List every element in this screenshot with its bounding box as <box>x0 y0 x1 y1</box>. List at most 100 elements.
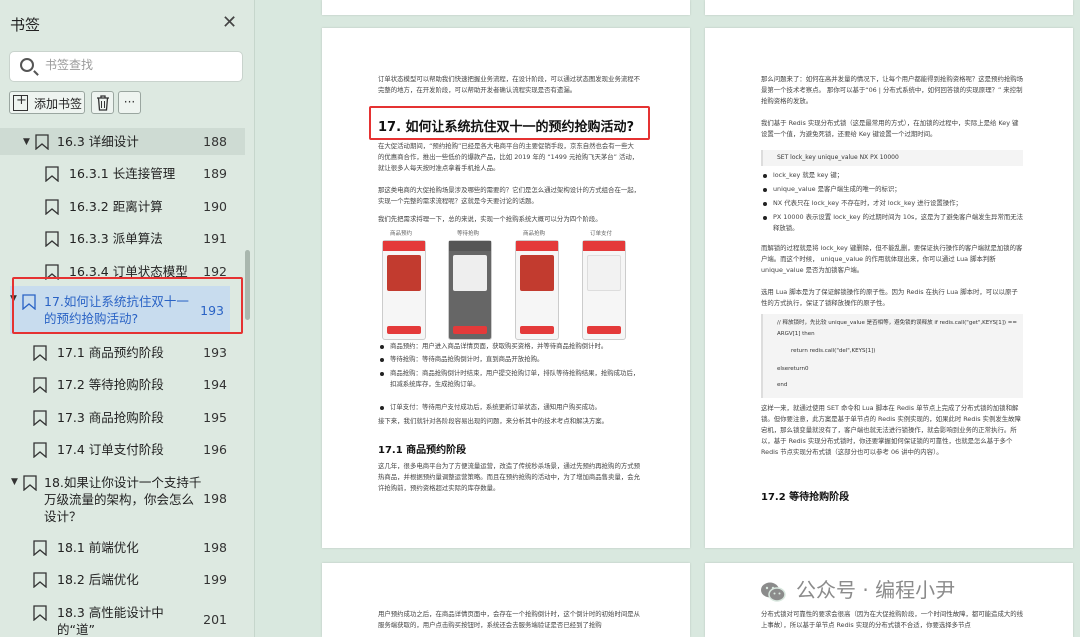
bullet-icon <box>380 358 384 362</box>
page-text: 那么问题来了：如何在高并发量的情况下，让每个用户都能得到抢购资格呢？这是预约抢购… <box>761 75 1024 105</box>
page-text: 这样一来，就通过使用 SET 命令和 Lua 脚本在 Redis 单节点上完成了… <box>761 404 1021 456</box>
bookmark-item[interactable]: 17.2 等待抢购阶段 194 <box>0 371 245 398</box>
bookmark-title: 17.4 订单支付阶段 <box>57 442 164 457</box>
bookmark-title: 16.3.4 订单状态模型 <box>69 264 188 279</box>
page-text: 选用 Lua 脚本是为了保证解锁操作的原子性。因为 Redis 在执行 Lua … <box>761 288 1018 307</box>
bookmark-page: 193 <box>200 303 224 318</box>
add-bookmark-icon <box>13 93 28 111</box>
bookmark-item[interactable]: 17.1 商品预约阶段 193 <box>0 339 245 366</box>
bookmark-icon <box>45 166 59 182</box>
bookmark-icon <box>33 572 47 588</box>
bookmark-item[interactable]: 17.3 商品抢购阶段 195 <box>0 404 245 431</box>
delete-bookmark-button[interactable] <box>91 91 114 114</box>
bookmark-item[interactable]: ▼ 18.如果让你设计一个支持千万级流量的架构，你会怎么设计？ 198 <box>0 469 245 527</box>
search-input[interactable] <box>45 58 235 72</box>
bookmark-title: 17.如何让系统抗住双十一的预约抢购活动? <box>44 294 189 326</box>
caret-down-icon[interactable]: ▼ <box>11 477 18 487</box>
bullet-icon <box>380 406 384 410</box>
bookmark-page: 190 <box>203 199 227 214</box>
page-text: 商品预约：用户进入商品详情页面，获取购买资格，并等待商品抢购倒计时。 <box>390 342 608 350</box>
bookmark-icon <box>33 540 47 556</box>
bookmark-item[interactable]: 16.3.3 派单算法 191 <box>0 225 245 252</box>
page-text: 我们先把需求捋理一下，总的来说，实现一个抢购系统大概可以分为四个阶段。 <box>378 215 602 223</box>
section-heading: 17.1 商品预约阶段 <box>378 445 467 456</box>
bookmark-title: 17.2 等待抢购阶段 <box>57 377 164 392</box>
page-text: 订单状态模型可以帮助我们快速把握业务流程，在设计阶段，可以通过状态图发现业务流程… <box>378 75 641 94</box>
figure-label: 商品抢购 <box>523 231 546 237</box>
bookmark-item[interactable]: 16.3.4 订单状态模型 192 <box>0 258 245 285</box>
bookmark-item[interactable]: 18.3 高性能设计中的“道” 201 <box>0 599 245 637</box>
bookmark-item[interactable]: 16.3.1 长连接管理 189 <box>0 160 245 187</box>
trash-icon <box>97 95 109 111</box>
bookmark-title: 18.如果让你设计一个支持千万级流量的架构，你会怎么设计？ <box>44 475 202 524</box>
page-text: 等待抢购：等待商品抢购倒计时，直到商品开放抢购。 <box>390 355 544 363</box>
section-heading: 17.2 等待抢购阶段 <box>761 492 850 503</box>
watermark: 公众号 · 编程小尹 <box>760 574 955 603</box>
page-text: 这几年，很多电商平台为了方便流量运营，改造了传统秒杀场景，通过先预约再抢购的方式… <box>378 462 641 492</box>
bullet-icon <box>380 372 384 376</box>
sidebar-scrollbar[interactable] <box>245 250 250 320</box>
bookmark-search[interactable] <box>9 51 243 82</box>
page-text: 而解锁的过程就是将 lock_key 键删除，但不能乱删，要保证执行操作的客户端… <box>761 244 1023 274</box>
bullet-icon <box>763 216 767 220</box>
watermark-text: 公众号 · 编程小尹 <box>796 578 956 602</box>
bookmark-item-selected[interactable]: ▼ 17.如何让系统抗住双十一的预约抢购活动? 193 <box>10 286 230 334</box>
figure-label: 商品预约 <box>390 231 413 237</box>
bookmark-page: 195 <box>203 410 227 425</box>
caret-down-icon[interactable]: ▼ <box>10 294 17 304</box>
page-text: 分布式锁对可靠性的要求会很高（因为在大促抢购阶段，一个时间性故障，都可能造成大的… <box>761 610 1024 629</box>
page-text: NX 代表只在 lock_key 不存在时，才对 lock_key 进行设置操作… <box>773 199 962 207</box>
bookmark-title: 17.3 商品抢购阶段 <box>57 410 164 425</box>
bookmark-icon <box>45 199 59 215</box>
search-icon <box>20 58 34 72</box>
add-bookmark-button[interactable]: 添加书签 <box>9 91 85 114</box>
page-text: PX 10000 表示设置 lock_key 的过期时间为 10s，这是为了避免… <box>773 213 1024 232</box>
bookmark-page: 194 <box>203 377 227 392</box>
bookmark-title: 18.1 前端优化 <box>57 540 139 555</box>
bookmark-page: 188 <box>203 134 227 149</box>
bookmark-page: 189 <box>203 166 227 181</box>
bookmark-list: ▼ 16.3 详细设计 188 16.3.1 长连接管理 189 16.3.2 … <box>0 123 245 637</box>
bookmark-item[interactable]: ▼ 16.3 详细设计 188 <box>0 128 245 155</box>
bullet-icon <box>380 345 384 349</box>
bookmark-icon <box>33 377 47 393</box>
page-text: 用户预约成功之后，在商品详情页面中，会存在一个抢购倒计时，这个倒计时的初始时间是… <box>378 610 641 629</box>
bookmark-item[interactable]: 18.2 后端优化 199 <box>0 566 245 593</box>
bookmark-item[interactable]: 18.1 前端优化 198 <box>0 534 245 561</box>
page-text: 我们基于 Redis 实现分布式锁（这是最常用的方式），在加锁的过程中，实际上是… <box>761 119 1019 138</box>
close-icon[interactable]: ✕ <box>222 12 237 33</box>
code-line: end <box>777 382 788 388</box>
bullet-icon <box>763 188 767 192</box>
bookmark-page: 196 <box>203 442 227 457</box>
bookmark-page: 198 <box>203 540 227 555</box>
bookmark-page: 198 <box>203 491 227 506</box>
code-line: return redis.call("del",KEYS[1]) <box>791 348 876 354</box>
bookmark-item[interactable]: 17.4 订单支付阶段 196 <box>0 436 245 463</box>
document-page: 那么问题来了：如何在高并发量的情况下，让每个用户都能得到抢购资格呢？这是预约抢购… <box>705 28 1073 548</box>
bookmark-page: 191 <box>203 231 227 246</box>
bookmark-icon <box>22 294 36 310</box>
bookmark-page: 199 <box>203 572 227 587</box>
bookmark-title: 18.3 高性能设计中的“道” <box>57 605 164 637</box>
bookmark-icon <box>33 442 47 458</box>
bookmark-title: 18.2 后端优化 <box>57 572 139 587</box>
more-options-button[interactable]: ··· <box>118 91 141 114</box>
phone-figure <box>382 240 426 340</box>
bookmark-icon <box>33 605 47 621</box>
document-page <box>322 0 690 15</box>
code-block: // 释放锁时，先比较 unique_value 是否相等，避免锁的误释放 if… <box>761 314 1023 398</box>
phone-figure <box>448 240 492 340</box>
bookmark-icon <box>35 134 49 150</box>
sidebar-title: 书签 <box>10 16 41 34</box>
document-page: 用户预约成功之后，在商品详情页面中，会存在一个抢购倒计时，这个倒计时的初始时间是… <box>322 563 690 637</box>
bookmark-icon <box>45 264 59 280</box>
bookmark-page: 201 <box>203 612 227 627</box>
figure-label: 订单支付 <box>590 231 613 237</box>
page-text: 接下来，我们就针对各阶段容易出现的问题，来分析其中的技术考点和解决方案。 <box>378 417 609 425</box>
bookmark-title: 16.3 详细设计 <box>57 134 139 149</box>
page-text: 那这类电商的大促抢购场景涉及哪些的需要的？它们是怎么通过架构设计的方式组合在一起… <box>378 186 641 205</box>
caret-down-icon[interactable]: ▼ <box>23 137 30 147</box>
phone-figure <box>515 240 559 340</box>
add-bookmark-label: 添加书签 <box>34 97 83 111</box>
bookmark-item[interactable]: 16.3.2 距离计算 190 <box>0 193 245 220</box>
